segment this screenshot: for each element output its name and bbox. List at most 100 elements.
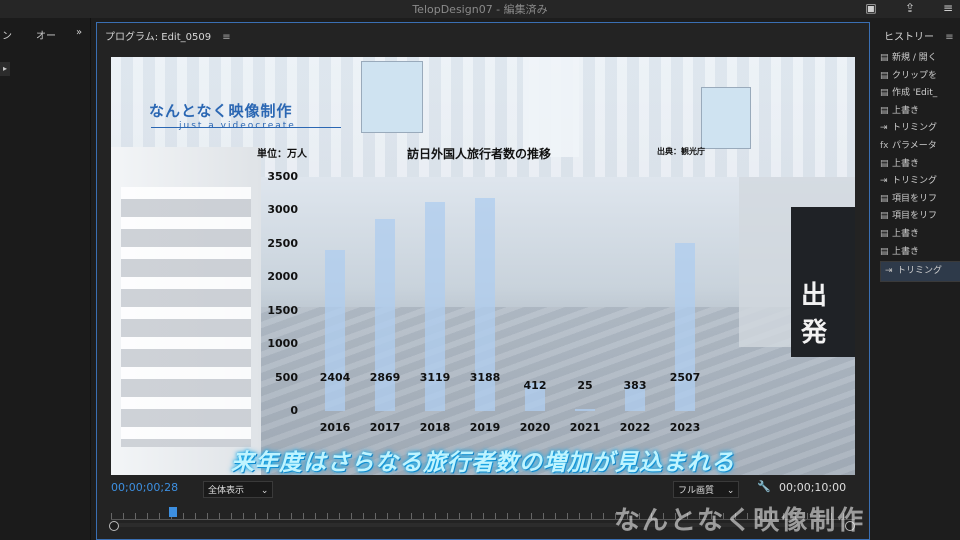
history-item-label: 上書き — [892, 158, 920, 169]
history-item[interactable]: ▤ 上書き — [880, 244, 960, 261]
x-tick-label: 2017 — [369, 421, 401, 434]
history-title: ヒストリー — [884, 32, 934, 43]
history-item-label: 作成 'Edit_ — [892, 88, 938, 99]
more-tabs-icon[interactable]: » — [76, 27, 82, 38]
chart-bar — [575, 409, 595, 411]
program-monitor: プログラム: Edit_0509 ≡ 出 発 なんとなく映像制作 just a … — [96, 22, 870, 540]
chart-bar — [675, 243, 695, 411]
y-tick-label: 2000 — [267, 270, 298, 284]
list-icon: ▤ — [880, 211, 889, 222]
history-item[interactable]: ⇥ トリミング — [880, 261, 960, 283]
history-item[interactable]: ▤ 作成 'Edit_ — [880, 85, 960, 102]
history-header: ヒストリー ≡ — [884, 28, 954, 43]
bar-value-label: 412 — [523, 379, 547, 392]
history-item-label: トリミング — [892, 123, 938, 134]
history-item[interactable]: ▤ 上書き — [880, 156, 960, 173]
quality-select-label: フル画質 — [678, 486, 715, 496]
history-item[interactable]: ▤ 項目をリフ — [880, 191, 960, 208]
history-item[interactable]: ▤ 上書き — [880, 226, 960, 243]
x-tick-label: 2022 — [619, 421, 651, 434]
chevron-down-icon: ⌄ — [260, 486, 269, 496]
list-icon: ▤ — [880, 246, 889, 257]
list-icon: ▤ — [880, 70, 889, 81]
list-icon: ▤ — [880, 53, 889, 63]
current-timecode[interactable]: 00;00;00;28 — [111, 481, 178, 494]
bar-value-label: 2869 — [369, 371, 401, 384]
list-icon: ▤ — [880, 229, 889, 239]
left-panel-tabs: ン オー » — [0, 24, 90, 44]
tab-audio[interactable]: オー — [36, 27, 56, 42]
zoom-select[interactable]: 全体表示 ⌄ — [203, 481, 274, 498]
x-tick-label: 2023 — [669, 421, 701, 434]
y-tick-label: 3500 — [267, 170, 298, 183]
history-panel: ヒストリー ≡ ▤ 新規 / 開く ▤ クリップを ▤ 作成 'Edit_ ▤ 上書き ⇥ トリミ… — [876, 22, 960, 540]
video-frame: 出 発 なんとなく映像制作 just a videocreate 単位：万人 訪… — [111, 57, 855, 475]
list-icon: ▤ — [880, 105, 889, 116]
watermark-logo: なんとなく映像制作 — [614, 506, 866, 536]
x-tick-label: 2021 — [569, 421, 601, 434]
y-tick-label: 3000 — [267, 203, 298, 217]
trim-icon: ⇥ — [880, 123, 888, 134]
y-tick-label: 1500 — [267, 303, 298, 317]
x-tick-label: 2019 — [469, 421, 501, 434]
playhead[interactable] — [169, 507, 177, 517]
bar-value-label: 2507 — [669, 371, 701, 384]
history-item-label: 上書き — [892, 246, 920, 257]
history-item[interactable]: ⇥ トリミング — [880, 120, 960, 137]
menu-icon[interactable]: ≡ — [939, 0, 957, 16]
history-item[interactable]: ▤ 上書き — [880, 103, 960, 120]
history-item-label: パラメータ — [892, 141, 937, 151]
chart-bar — [325, 250, 345, 411]
share-icon[interactable]: ⇪ — [901, 0, 919, 16]
x-tick-label: 2020 — [519, 421, 551, 434]
history-item-label: 項目をリフ — [892, 211, 938, 222]
trim-icon: ⇥ — [885, 266, 893, 277]
x-tick-label: 2016 — [319, 421, 351, 434]
zoom-select-label: 全体表示 — [208, 486, 245, 496]
history-item-label: トリミング — [897, 266, 943, 277]
history-item[interactable]: ▤ 新規 / 開く — [880, 50, 960, 67]
history-item[interactable]: fx パラメータ — [880, 138, 960, 155]
program-monitor-header: プログラム: Edit_0509 ≡ — [105, 28, 231, 43]
title-bar: TelopDesign07 - 編集済み ▣ ⇪ ≡ — [0, 0, 960, 18]
history-item-label: トリミング — [892, 176, 938, 187]
y-tick-label: 1000 — [267, 337, 298, 351]
total-timecode: 00;00;10;00 — [779, 481, 847, 494]
x-tick-label: 2018 — [419, 421, 451, 434]
list-icon: ▤ — [880, 88, 889, 99]
quality-select[interactable]: フル画質 ⌄ — [673, 481, 740, 498]
list-icon: ▤ — [880, 158, 889, 169]
list-icon: ▤ — [880, 193, 889, 204]
subtitle-caption: 来年度はさらなる旅行者数の増加が見込まれる — [231, 450, 735, 475]
expand-arrow-icon[interactable]: ▸ — [0, 62, 10, 76]
history-item[interactable]: ▤ 項目をリフ — [880, 208, 960, 225]
chevron-down-icon: ⌄ — [726, 486, 735, 496]
y-tick-label: 0 — [290, 404, 298, 417]
panel-icon[interactable]: ▣ — [862, 0, 880, 16]
y-tick-label: 2500 — [267, 236, 298, 250]
history-item-label: クリップを — [892, 70, 938, 81]
trim-icon: ⇥ — [880, 176, 888, 187]
history-item-label: 上書き — [892, 229, 920, 239]
history-item[interactable]: ⇥ トリミング — [880, 173, 960, 190]
bar-value-label: 2404 — [319, 371, 351, 384]
history-item-label: 項目をリフ — [892, 193, 938, 204]
history-item-label: 上書き — [892, 105, 920, 116]
history-item-label: 新規 / 開く — [892, 53, 937, 63]
bar-value-label: 3119 — [419, 371, 451, 384]
wrench-icon[interactable]: 🔧 — [757, 480, 771, 493]
history-item[interactable]: ▤ クリップを — [880, 68, 960, 85]
bar-value-label: 25 — [577, 379, 593, 392]
bar-value-label: 383 — [623, 379, 647, 392]
zoom-handle-left[interactable] — [109, 521, 119, 531]
monitor-menu-icon[interactable]: ≡ — [222, 32, 230, 43]
left-panel: ン オー » ▸ — [0, 18, 91, 540]
window-title: TelopDesign07 - 編集済み — [412, 3, 548, 16]
y-tick-label: 500 — [275, 370, 298, 384]
history-menu-icon[interactable]: ≡ — [945, 32, 953, 43]
tab-partial[interactable]: ン — [2, 27, 12, 42]
bar-chart: 0 500 1000 1500 2000 2500 3000 3500 2404 2016 2869… — [111, 57, 855, 475]
fx-icon: fx — [880, 141, 889, 151]
bar-value-label: 3188 — [469, 371, 501, 384]
program-monitor-title: プログラム: Edit_0509 — [105, 32, 212, 43]
